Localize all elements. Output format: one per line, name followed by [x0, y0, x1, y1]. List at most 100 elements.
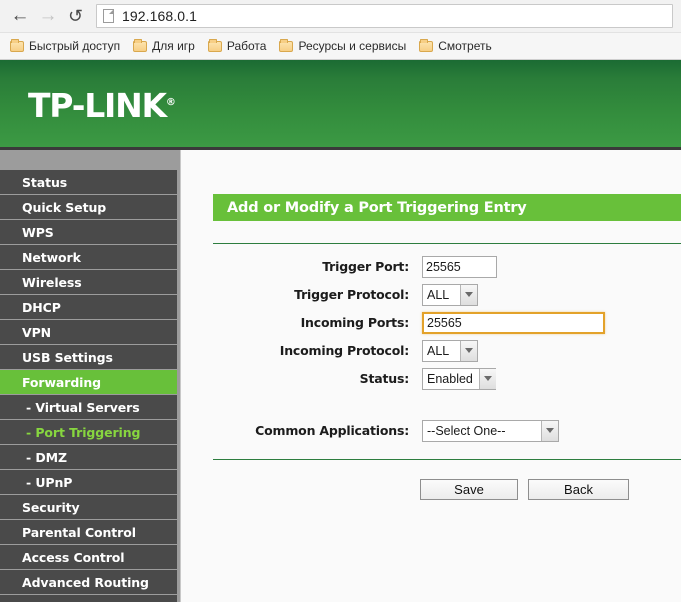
status-select[interactable]: Enabled: [422, 367, 496, 390]
form-bottom-divider: [213, 459, 681, 460]
sidebar-item-label: VPN: [22, 324, 51, 340]
sidebar-item-label: - Virtual Servers: [26, 399, 140, 415]
sidebar-item-label: Forwarding: [22, 374, 102, 390]
bookmark-item[interactable]: Для игр: [129, 37, 202, 55]
incoming-protocol-label: Incoming Protocol:: [279, 343, 409, 358]
sidebar-item-wps[interactable]: WPS: [0, 220, 177, 245]
registered-mark-icon: ®: [165, 97, 176, 108]
sidebar-item-status[interactable]: Status: [0, 170, 177, 195]
common-applications-value: --Select One--: [423, 420, 541, 441]
sidebar-item-label: - UPnP: [26, 474, 73, 490]
address-bar-url: 192.168.0.1: [122, 8, 198, 24]
tp-link-header: TP-LINK®: [0, 60, 681, 147]
tp-link-logo: TP-LINK®: [28, 86, 176, 125]
sidebar-item-bandwidth-control[interactable]: Bandwidth Control: [0, 595, 177, 602]
sidebar-item-label: DHCP: [22, 299, 61, 315]
sidebar-item-label: Parental Control: [22, 524, 136, 540]
sidebar-item-upnp[interactable]: - UPnP: [0, 470, 177, 495]
field-row-incoming-protocol: Incoming Protocol: ALL: [181, 337, 681, 364]
sidebar-item-label: Quick Setup: [22, 199, 107, 215]
sidebar-item-advanced-routing[interactable]: Advanced Routing: [0, 570, 177, 595]
incoming-protocol-select[interactable]: ALL: [422, 339, 478, 362]
sidebar-item-dhcp[interactable]: DHCP: [0, 295, 177, 320]
bookmark-item[interactable]: Смотреть: [415, 37, 499, 55]
save-button[interactable]: Save: [420, 479, 518, 500]
tp-link-logo-text: TP-LINK: [28, 86, 167, 125]
save-button-label: Save: [454, 482, 484, 497]
bookmark-item[interactable]: Работа: [204, 37, 274, 55]
sidebar-top-spacer: [0, 150, 177, 170]
sidebar-item-vpn[interactable]: VPN: [0, 320, 177, 345]
field-row-status: Status: Enabled: [181, 365, 681, 392]
sidebar-item-label: Status: [22, 174, 68, 190]
trigger-protocol-label: Trigger Protocol:: [294, 287, 409, 302]
page-body: Status Quick Setup WPS Network Wireless …: [0, 150, 681, 602]
back-arrow-icon[interactable]: ←: [6, 2, 34, 30]
sidebar-item-network[interactable]: Network: [0, 245, 177, 270]
folder-icon: [207, 38, 222, 52]
bookmark-label: Работа: [226, 39, 267, 53]
sidebar-item-dmz[interactable]: - DMZ: [0, 445, 177, 470]
folder-icon: [419, 38, 434, 52]
status-value: Enabled: [423, 368, 479, 389]
field-row-trigger-port: Trigger Port:: [181, 253, 681, 280]
field-row-trigger-protocol: Trigger Protocol: ALL: [181, 281, 681, 308]
sidebar-item-label: - Port Triggering: [26, 424, 141, 440]
incoming-ports-input[interactable]: [422, 311, 605, 334]
chevron-down-icon: [478, 368, 496, 389]
sidebar-item-label: - DMZ: [26, 449, 67, 465]
back-button[interactable]: Back: [528, 479, 629, 500]
sidebar-item-parental-control[interactable]: Parental Control: [0, 520, 177, 545]
chevron-down-icon: [460, 284, 477, 305]
sidebar-item-wireless[interactable]: Wireless: [0, 270, 177, 295]
incoming-protocol-value: ALL: [423, 340, 460, 361]
trigger-protocol-select[interactable]: ALL: [422, 283, 478, 306]
chevron-down-icon: [541, 420, 558, 441]
bookmarks-bar: Быстрый доступ Для игр Работа Ресурсы и …: [0, 32, 681, 59]
sidebar-item-label: Wireless: [22, 274, 82, 290]
back-button-label: Back: [564, 482, 593, 497]
page-document-icon: [103, 9, 114, 23]
sidebar-item-quick-setup[interactable]: Quick Setup: [0, 195, 177, 220]
sidebar-item-label: WPS: [22, 224, 54, 240]
bookmark-label: Быстрый доступ: [29, 39, 121, 53]
port-triggering-form: Trigger Port: Trigger Protocol: ALL Inco…: [181, 253, 681, 445]
sidebar-item-label: Access Control: [22, 549, 125, 565]
button-row-spacer: [181, 479, 420, 500]
sidebar-item-security[interactable]: Security: [0, 495, 177, 520]
sidebar-item-label: Advanced Routing: [22, 574, 149, 590]
trigger-protocol-value: ALL: [423, 284, 460, 305]
chevron-down-icon: [460, 340, 477, 361]
page-title: Add or Modify a Port Triggering Entry: [213, 194, 681, 221]
field-row-common-applications: Common Applications: --Select One--: [181, 417, 681, 444]
bookmark-label: Смотреть: [438, 39, 492, 53]
folder-icon: [279, 38, 294, 52]
sidebar-item-usb-settings[interactable]: USB Settings: [0, 345, 177, 370]
form-actions: Save Back: [181, 479, 639, 500]
sidebar-item-virtual-servers[interactable]: - Virtual Servers: [0, 395, 177, 420]
common-applications-label: Common Applications:: [255, 423, 409, 438]
form-top-divider: [213, 243, 681, 244]
bookmark-item[interactable]: Ресурсы и сервисы: [275, 37, 413, 55]
sidebar-item-access-control[interactable]: Access Control: [0, 545, 177, 570]
sidebar-item-label: USB Settings: [22, 349, 113, 365]
address-bar[interactable]: 192.168.0.1: [96, 4, 673, 28]
sidebar-item-forwarding[interactable]: Forwarding: [0, 370, 177, 395]
field-row-incoming-ports: Incoming Ports:: [181, 309, 681, 336]
browser-toolbar: ← → ↻ 192.168.0.1: [0, 0, 681, 32]
incoming-ports-label: Incoming Ports:: [300, 315, 410, 330]
reload-icon[interactable]: ↻: [62, 2, 90, 30]
status-label: Status:: [359, 371, 410, 386]
common-applications-select[interactable]: --Select One--: [422, 419, 559, 442]
sidebar-nav: Status Quick Setup WPS Network Wireless …: [0, 150, 180, 602]
trigger-port-input[interactable]: [422, 255, 497, 278]
browser-chrome: ← → ↻ 192.168.0.1 Быстрый доступ Для игр…: [0, 0, 681, 60]
bookmark-label: Для игр: [152, 39, 195, 53]
folder-icon: [133, 38, 148, 52]
folder-icon: [10, 38, 24, 52]
trigger-port-label: Trigger Port:: [322, 259, 409, 274]
sidebar-item-port-triggering[interactable]: - Port Triggering: [0, 420, 177, 445]
bookmark-item[interactable]: Быстрый доступ: [6, 37, 127, 55]
forward-arrow-icon: →: [38, 5, 58, 26]
router-admin-page: TP-LINK® Status Quick Setup WPS Network …: [0, 60, 681, 602]
